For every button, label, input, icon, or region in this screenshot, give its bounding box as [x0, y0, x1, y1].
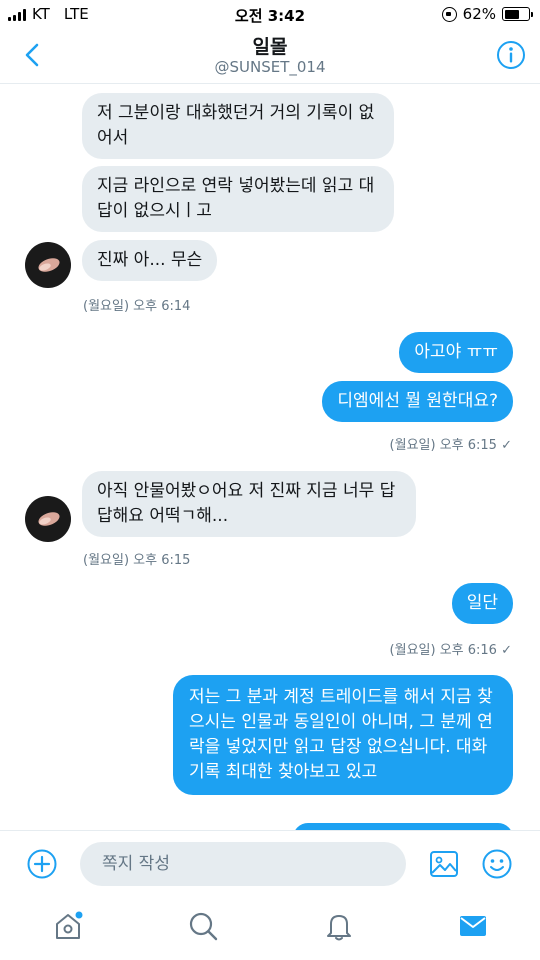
image-icon — [430, 851, 458, 877]
conversation-header: 일몰 @SUNSET_014 — [0, 30, 540, 84]
add-media-button[interactable] — [26, 848, 58, 880]
message-bubble-outgoing-partial[interactable] — [293, 823, 513, 830]
bottom-tab-bar — [0, 896, 540, 960]
tab-search[interactable] — [187, 910, 219, 942]
message-timestamp: (월요일) 오후 6:15 — [83, 553, 191, 568]
timestamp-text: (월요일) 오후 6:16 — [389, 643, 497, 658]
rotation-lock-icon — [441, 6, 457, 22]
notifications-icon — [327, 915, 351, 941]
message-input[interactable] — [80, 842, 406, 886]
message-bubble-outgoing[interactable]: 일단 — [451, 583, 513, 624]
battery-icon — [502, 7, 533, 21]
avatar-image — [38, 258, 60, 272]
message-list[interactable]: 저 그분이랑 대화했던거 거의 기록이 없어서 지금 라인으로 연락 넣어봤는데… — [0, 85, 540, 830]
battery-percent: 62% — [462, 5, 496, 23]
sent-check-icon: ✓ — [501, 438, 512, 453]
message-bubble-incoming[interactable]: 진짜 아... 무슨 — [82, 240, 218, 281]
add-image-button[interactable] — [428, 848, 460, 880]
conversation-handle: @SUNSET_014 — [214, 58, 326, 76]
message-bubble-incoming[interactable]: 아직 안물어봤ㅇ어요 저 진짜 지금 너무 답답해요 어떡ㄱ해... — [82, 471, 416, 537]
tab-messages[interactable] — [457, 910, 489, 942]
sent-check-icon: ✓ — [501, 643, 512, 658]
message-composer — [0, 830, 540, 896]
battery-fill — [504, 9, 519, 19]
message-bubble-outgoing[interactable]: 아고야 ㅠㅠ — [399, 332, 513, 373]
messages-icon — [460, 916, 486, 936]
message-timestamp: (월요일) 오후 6:14 — [83, 299, 191, 314]
search-icon — [189, 912, 218, 941]
message-timestamp: (월요일) 오후 6:16 ✓ — [390, 639, 512, 658]
plus-circle-icon — [27, 849, 57, 879]
avatar[interactable] — [25, 496, 71, 542]
smiley-icon — [482, 849, 512, 879]
avatar-image — [38, 512, 60, 526]
status-bar: KT LTE 오전 3:42 62% — [0, 0, 540, 30]
message-bubble-incoming[interactable]: 지금 라인으로 연락 넣어봤는데 읽고 대답이 없으시ㅣ고 — [82, 166, 394, 232]
message-bubble-outgoing[interactable]: 저는 그 분과 계정 트레이드를 해서 지금 찾으시는 인물과 동일인이 아니며… — [173, 675, 513, 795]
timestamp-text: (월요일) 오후 6:15 — [389, 438, 497, 453]
emoji-button[interactable] — [481, 848, 513, 880]
info-icon — [497, 41, 525, 69]
message-bubble-incoming[interactable]: 저 그분이랑 대화했던거 거의 기록이 없어서 — [82, 93, 394, 159]
home-icon — [56, 911, 83, 939]
info-button[interactable] — [496, 40, 526, 70]
tab-notifications[interactable] — [323, 910, 355, 942]
message-timestamp: (월요일) 오후 6:15 ✓ — [390, 434, 512, 453]
conversation-title: 일몰 — [252, 36, 288, 58]
tab-home[interactable] — [52, 910, 84, 942]
avatar[interactable] — [25, 242, 71, 288]
message-bubble-outgoing[interactable]: 디엠에선 뭘 원한대요? — [322, 381, 513, 422]
status-right: 62% — [441, 5, 533, 23]
